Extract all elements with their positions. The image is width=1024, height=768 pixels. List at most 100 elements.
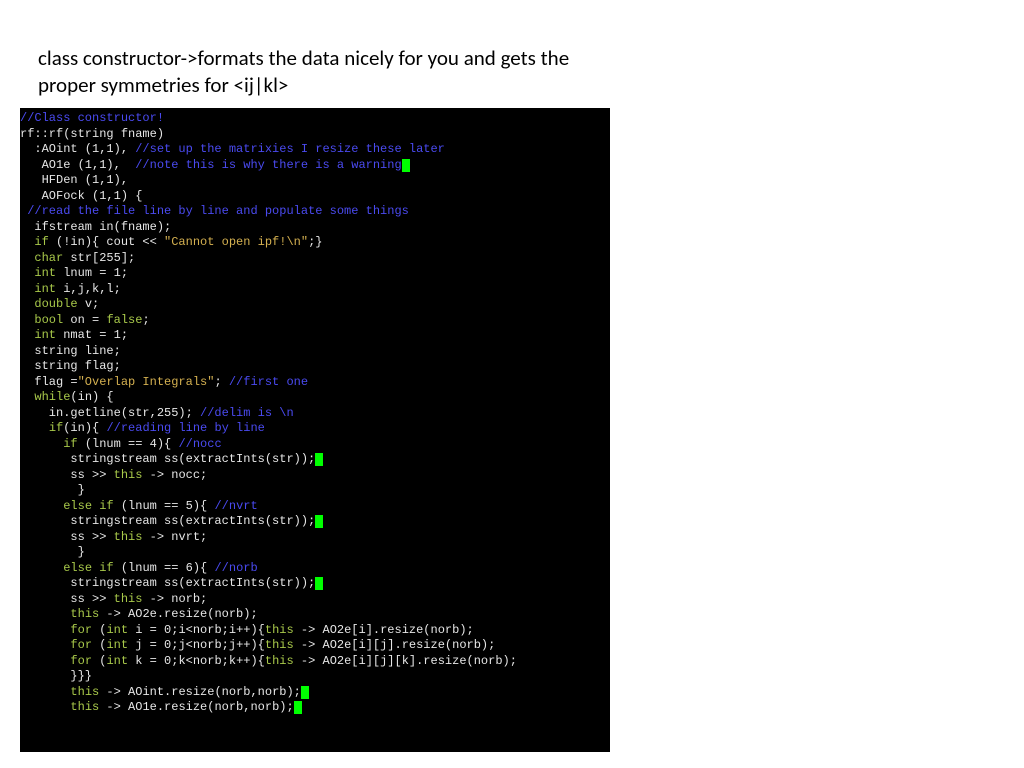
code-keyword: for [70, 638, 92, 652]
code-line [20, 313, 34, 327]
code-line [20, 282, 34, 296]
code-keyword: if [34, 235, 48, 249]
cursor-icon [315, 577, 323, 590]
code-line: j = 0;j<norb;j++){ [128, 638, 265, 652]
code-line: flag = [20, 375, 78, 389]
code-line: (in) { [70, 390, 113, 404]
code-this: this [265, 638, 294, 652]
cursor-icon [402, 159, 410, 172]
code-line: k = 0;k<norb;k++){ [128, 654, 265, 668]
code-keyword: bool [34, 313, 63, 327]
code-line: ( [92, 638, 106, 652]
code-line: stringstream ss(extractInts(str)); [20, 576, 315, 590]
code-line [20, 235, 34, 249]
code-keyword: else if [63, 561, 113, 575]
code-keyword: for [70, 623, 92, 637]
code-this: this [70, 700, 99, 714]
code-line: HFDen (1,1), [20, 173, 128, 187]
code-line: ( [92, 654, 106, 668]
code-comment: //norb [214, 561, 257, 575]
code-comment: //nocc [178, 437, 221, 451]
code-keyword: false [106, 313, 142, 327]
code-line [20, 328, 34, 342]
code-keyword: int [106, 654, 128, 668]
code-line: ss >> [20, 530, 114, 544]
code-block: //Class constructor! rf::rf(string fname… [20, 108, 610, 752]
code-line: in.getline(str,255); [20, 406, 200, 420]
code-line: on = [63, 313, 106, 327]
code-keyword: if [49, 421, 63, 435]
code-this: this [70, 607, 99, 621]
code-line [20, 297, 34, 311]
code-comment: //note this is why there is a warning [135, 158, 401, 172]
code-keyword: for [70, 654, 92, 668]
code-line: (lnum == 4){ [78, 437, 179, 451]
code-line: i,j,k,l; [56, 282, 121, 296]
code-line: -> AO2e[i].resize(norb); [294, 623, 474, 637]
code-line: (!in){ cout << [49, 235, 164, 249]
code-line: v; [78, 297, 100, 311]
cursor-icon [315, 453, 323, 466]
cursor-icon [301, 686, 309, 699]
code-line: -> nvrt; [142, 530, 207, 544]
code-comment: //first one [229, 375, 308, 389]
code-line: -> AO2e.resize(norb); [99, 607, 257, 621]
code-line: :AOint (1,1), [20, 142, 135, 156]
code-line [20, 638, 70, 652]
code-this: this [114, 468, 143, 482]
code-line: string flag; [20, 359, 121, 373]
code-line [20, 499, 63, 513]
code-keyword: if [63, 437, 77, 451]
code-comment: //reading line by line [106, 421, 264, 435]
code-this: this [265, 654, 294, 668]
code-keyword: int [34, 266, 56, 280]
code-comment: //read the file line by line and populat… [20, 204, 409, 218]
code-line: (lnum == 5){ [114, 499, 215, 513]
code-line: -> AO2e[i][j][k].resize(norb); [294, 654, 517, 668]
code-line [20, 654, 70, 668]
code-line: stringstream ss(extractInts(str)); [20, 514, 315, 528]
code-comment: //Class constructor! [20, 111, 164, 125]
code-line: ifstream in(fname); [20, 220, 171, 234]
code-line: -> norb; [142, 592, 207, 606]
code-line: AOFock (1,1) { [20, 189, 142, 203]
code-line: } [20, 545, 85, 559]
code-keyword: while [34, 390, 70, 404]
cursor-icon [315, 515, 323, 528]
code-keyword: else if [63, 499, 113, 513]
code-line: -> AO2e[i][j].resize(norb); [294, 638, 496, 652]
code-line: i = 0;i<norb;i++){ [128, 623, 265, 637]
code-line [20, 561, 63, 575]
code-keyword: int [34, 328, 56, 342]
code-line: ; [142, 313, 149, 327]
code-line [20, 685, 70, 699]
code-line: -> AO1e.resize(norb,norb); [99, 700, 293, 714]
code-line: (in){ [63, 421, 106, 435]
code-line: ss >> [20, 592, 114, 606]
code-line: ; [214, 375, 228, 389]
code-line: -> AOint.resize(norb,norb); [99, 685, 301, 699]
code-line: ( [92, 623, 106, 637]
code-keyword: int [106, 638, 128, 652]
code-line: AO1e (1,1), [20, 158, 135, 172]
code-line: rf::rf(string fname) [20, 127, 164, 141]
code-this: this [114, 530, 143, 544]
code-keyword: double [34, 297, 77, 311]
code-line: (lnum == 6){ [114, 561, 215, 575]
code-string: "Cannot open ipf!\n" [164, 235, 308, 249]
code-comment: //nvrt [214, 499, 257, 513]
code-line [20, 607, 70, 621]
slide-heading: class constructor->formats the data nice… [38, 45, 598, 100]
code-line [20, 266, 34, 280]
code-line: } [20, 483, 85, 497]
code-line [20, 623, 70, 637]
code-comment: //set up the matrixies I resize these la… [135, 142, 445, 156]
code-line [20, 421, 49, 435]
code-string: "Overlap Integrals" [78, 375, 215, 389]
code-comment: //delim is \n [200, 406, 294, 420]
code-line: stringstream ss(extractInts(str)); [20, 452, 315, 466]
code-keyword: int [106, 623, 128, 637]
code-keyword: int [34, 282, 56, 296]
code-this: this [70, 685, 99, 699]
code-line [20, 437, 63, 451]
